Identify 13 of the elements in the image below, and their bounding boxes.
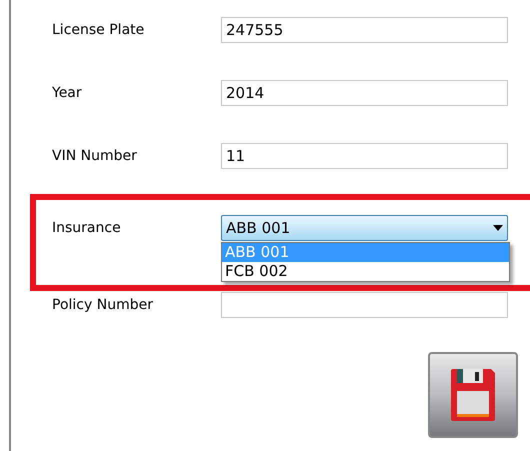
text-field[interactable] [221, 292, 508, 318]
caret-icon [493, 225, 503, 231]
field-label: Policy Number [52, 296, 154, 315]
text-field[interactable]: 2014 [221, 80, 508, 106]
insurance-dropdown[interactable]: ABB 001 [221, 215, 508, 241]
save-button[interactable] [428, 352, 518, 438]
field-label: Year [52, 84, 83, 103]
text-field[interactable]: 11 [221, 143, 508, 169]
field-label: Insurance [52, 219, 122, 238]
field-label: VIN Number [52, 147, 138, 166]
field-label: License Plate [52, 21, 146, 40]
dropdown-option[interactable]: FCB 002 [222, 262, 509, 281]
text-field[interactable]: 247555 [221, 17, 508, 43]
